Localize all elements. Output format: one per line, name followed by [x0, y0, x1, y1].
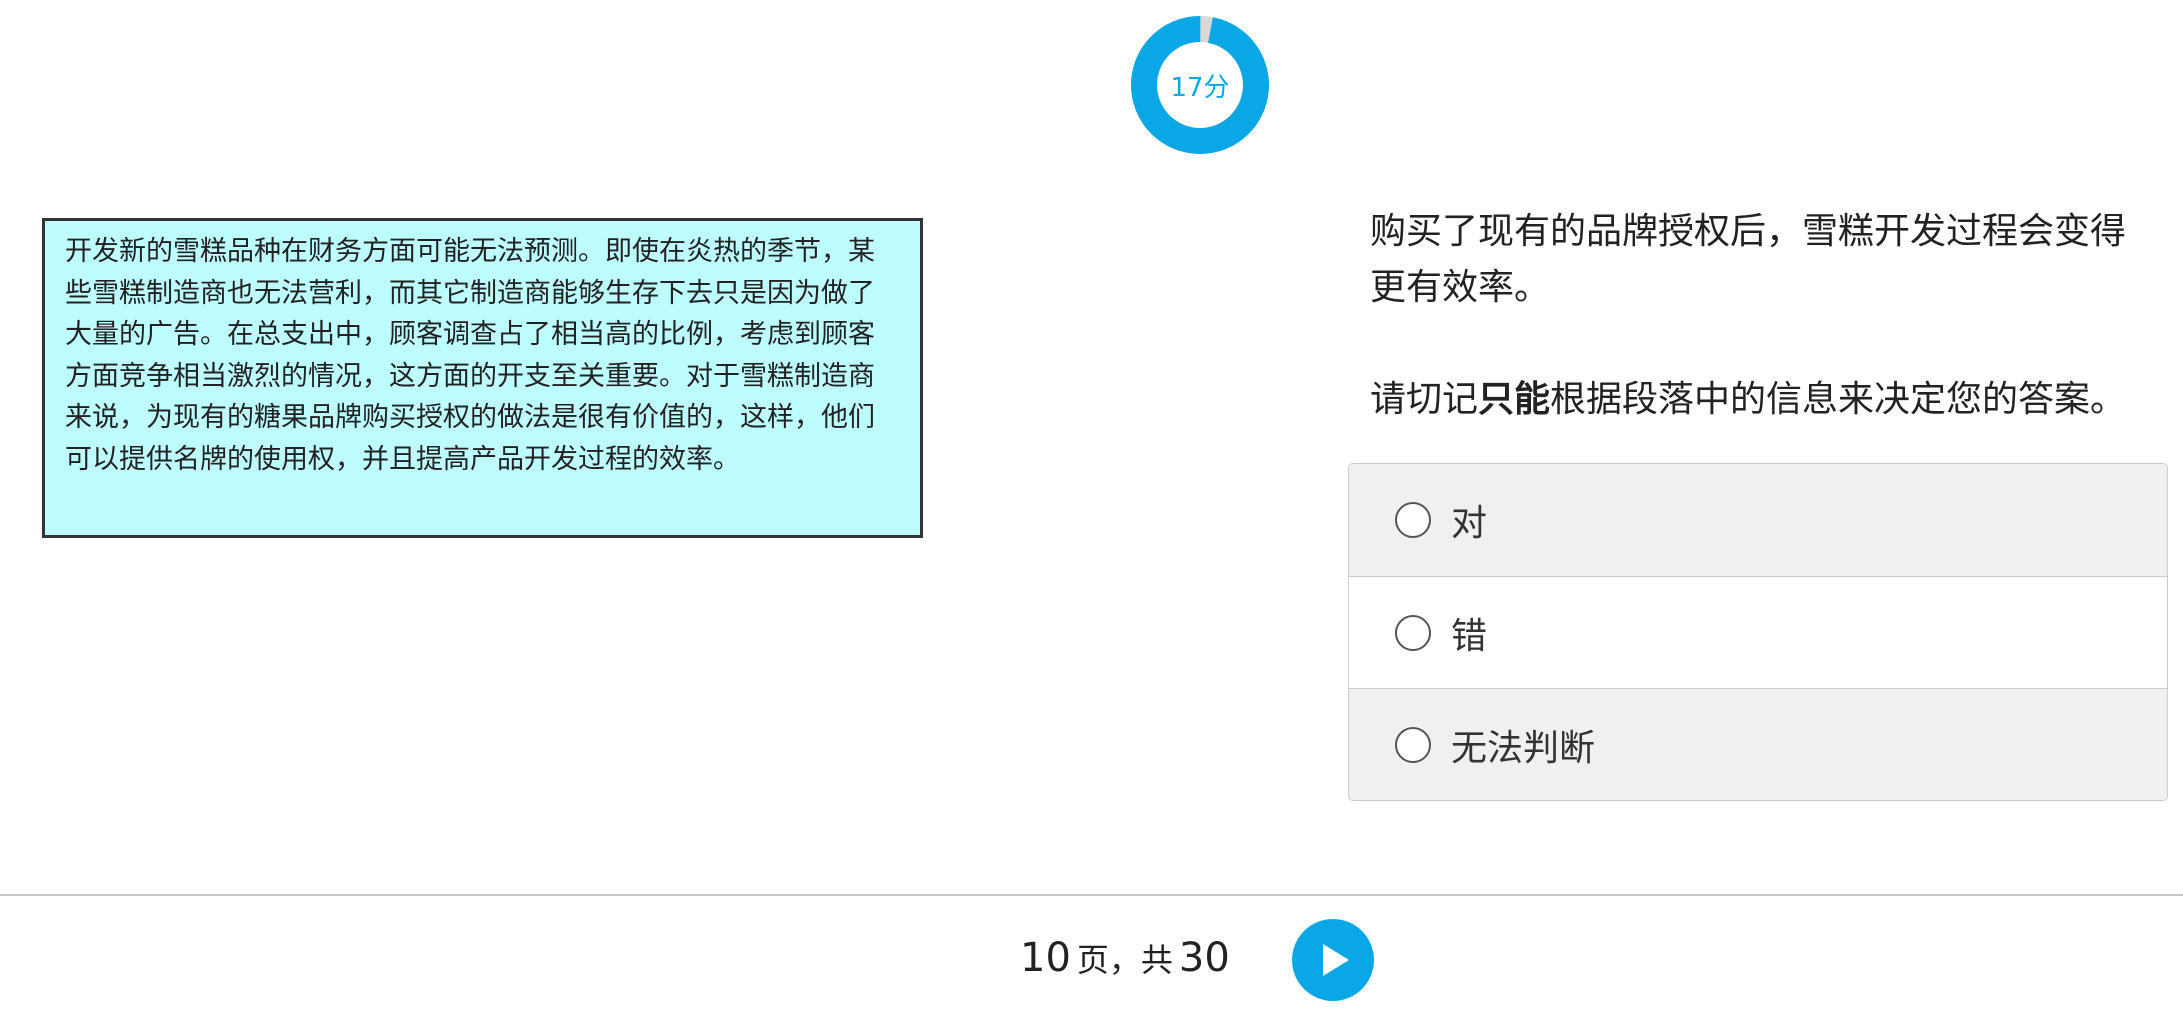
- passage-text: 开发新的雪糕品种在财务方面可能无法预测。即使在炎热的季节，某些雪糕制造商也无法营…: [42, 218, 923, 538]
- play-icon: [1323, 944, 1349, 976]
- answer-options: 对 错 无法判断: [1348, 463, 2168, 801]
- question-statement: 购买了现有的品牌授权后，雪糕开发过程会变得更有效率。: [1370, 211, 2127, 308]
- footer-divider: [0, 894, 2183, 896]
- instruction-post: 根据段落中的信息来决定您的答案。: [1550, 379, 2127, 420]
- page-total: 30: [1178, 935, 1230, 981]
- page-text: 页，共: [1076, 941, 1173, 979]
- option-label: 错: [1451, 615, 1488, 657]
- option-label: 无法判断: [1451, 727, 1596, 769]
- radio-icon[interactable]: [1395, 614, 1431, 651]
- option-label: 对: [1451, 503, 1488, 544]
- test-page: 17分 开发新的雪糕品种在财务方面可能无法预测。即使在炎热的季节，某些雪糕制造商…: [0, 0, 2183, 1024]
- radio-icon[interactable]: [1395, 726, 1431, 763]
- instruction-bold: 只能: [1478, 379, 1551, 420]
- instruction-pre: 请切记: [1370, 379, 1479, 420]
- timer: 17分: [1130, 15, 1270, 155]
- instruction: 请切记只能根据段落中的信息来决定您的答案。: [1370, 372, 2170, 428]
- next-button[interactable]: [1292, 919, 1374, 1001]
- timer-label: 17分: [1170, 72, 1230, 103]
- page-current: 10: [1020, 935, 1071, 981]
- option-false[interactable]: 错: [1349, 576, 2167, 688]
- option-true[interactable]: 对: [1349, 464, 2167, 576]
- page-indicator: 10 页，共 30: [1020, 935, 1230, 985]
- option-cannot-say[interactable]: 无法判断: [1349, 688, 2167, 800]
- radio-icon[interactable]: [1395, 502, 1431, 538]
